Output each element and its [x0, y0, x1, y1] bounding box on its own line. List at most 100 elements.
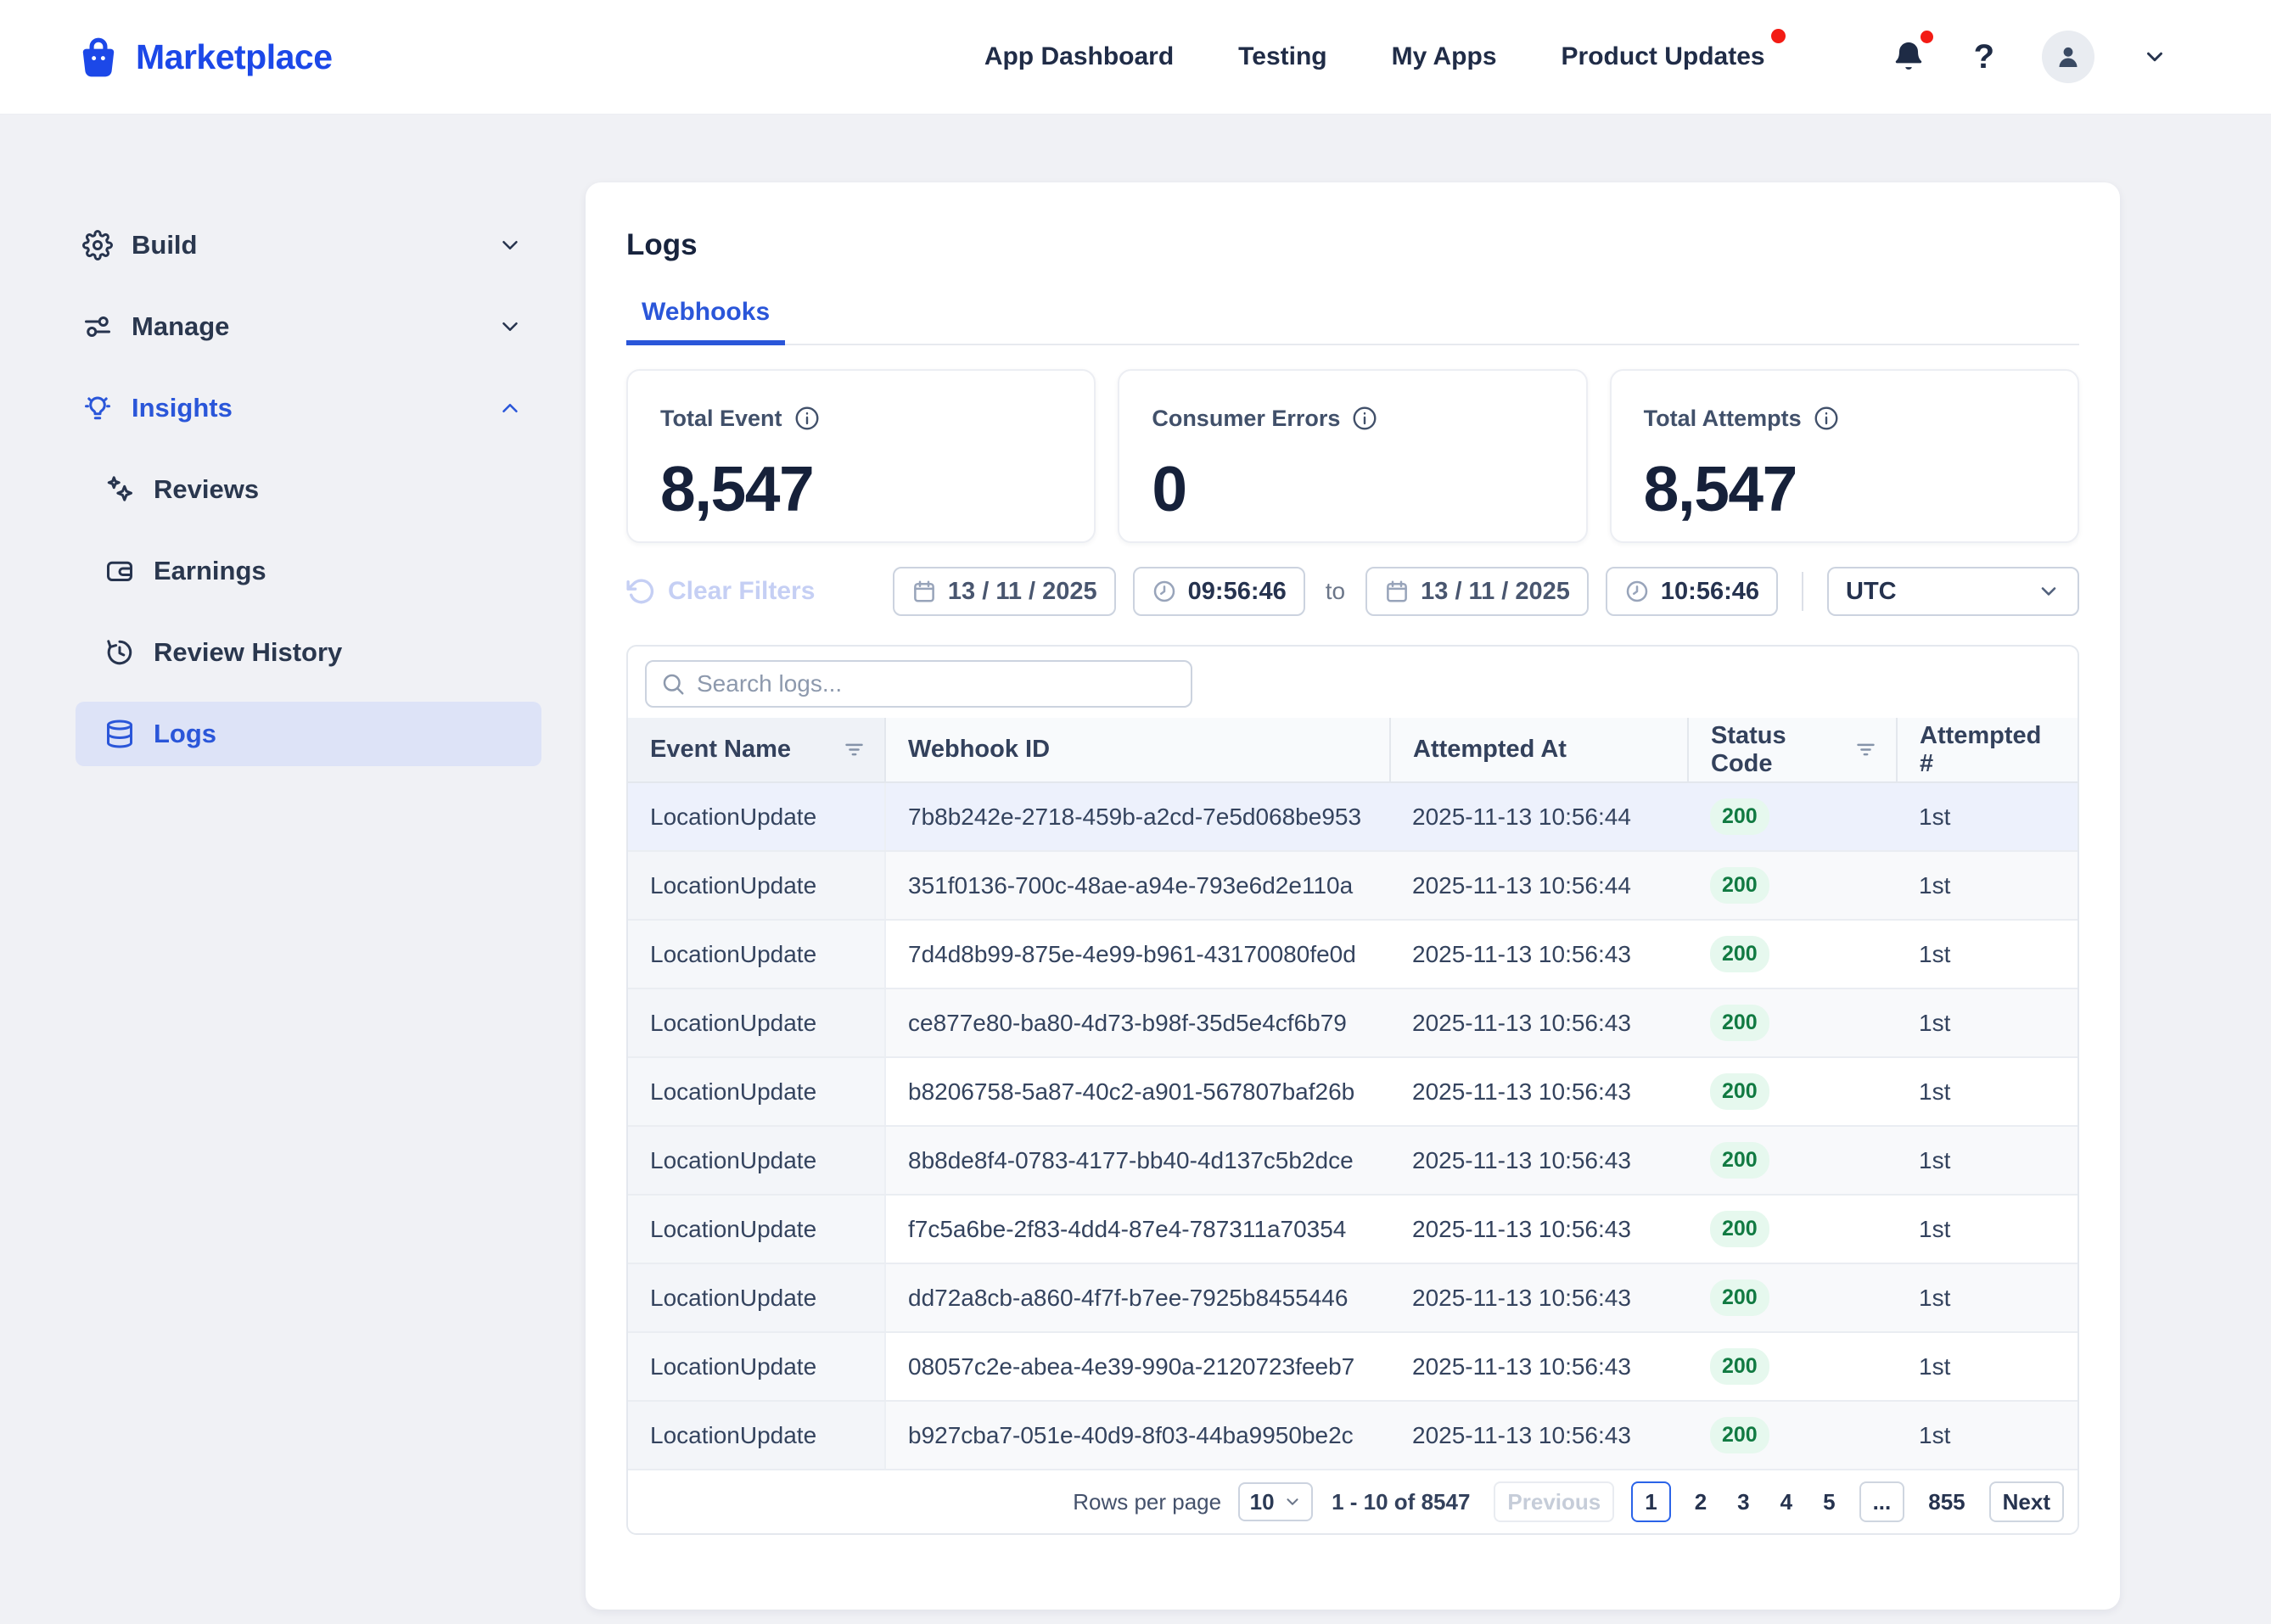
wallet-icon: [104, 556, 135, 586]
webhook-id-cell: 7d4d8b99-875e-4e99-b961-43170080fe0d: [885, 920, 1390, 989]
user-menu-chevron[interactable]: [2142, 44, 2167, 70]
sidebar-item-insights[interactable]: Insights: [76, 376, 541, 440]
status-code-cell: 200: [1688, 1263, 1897, 1333]
search-box: [645, 660, 1192, 708]
info-icon[interactable]: [793, 405, 821, 432]
filter-row: Clear Filters 13 / 11 / 2025 09:56:46 to: [626, 567, 2079, 616]
attempt-number-cell: 1st: [1897, 851, 2078, 921]
timezone-select[interactable]: UTC: [1827, 567, 2079, 616]
from-time-picker[interactable]: 09:56:46: [1132, 567, 1305, 616]
info-icon[interactable]: [1813, 405, 1840, 432]
column-header-attempted-at[interactable]: Attempted At: [1390, 718, 1689, 783]
event-name-cell: LocationUpdate: [628, 851, 886, 921]
nav-testing[interactable]: Testing: [1238, 42, 1326, 71]
stat-card-consumer-errors: Consumer Errors 0: [1118, 369, 1588, 543]
status-code-cell: 200: [1688, 1126, 1897, 1196]
column-header-attempted[interactable]: Attempted #: [1897, 718, 2078, 783]
page-button-5[interactable]: 5: [1816, 1489, 1842, 1515]
page-button-1[interactable]: 1: [1631, 1481, 1671, 1522]
sidebar-item-review-history[interactable]: Review History: [76, 620, 541, 685]
sliders-icon: [82, 311, 113, 342]
table-row[interactable]: LocationUpdate 8b8de8f4-0783-4177-bb40-4d…: [628, 1126, 2078, 1196]
event-name-cell: LocationUpdate: [628, 1126, 886, 1196]
webhook-id-cell: b927cba7-051e-40d9-8f03-44ba9950be2c: [885, 1401, 1390, 1470]
notification-dot: [1920, 31, 1933, 43]
notifications-button[interactable]: [1891, 31, 1933, 75]
status-code-cell: 200: [1688, 851, 1897, 921]
brand-name: Marketplace: [136, 36, 333, 76]
status-badge: 200: [1710, 936, 1769, 972]
column-header-status-code[interactable]: Status Code: [1688, 718, 1898, 783]
stat-card-total-attempts: Total Attempts 8,547: [1609, 369, 2079, 543]
chevron-down-icon: [2041, 587, 2056, 596]
marketplace-logo[interactable]: Marketplace: [75, 33, 333, 81]
column-header-webhook-id[interactable]: Webhook ID: [885, 718, 1391, 783]
attempt-number-cell: 1st: [1897, 1126, 2078, 1196]
main-content-card: Logs Webhooks Total Event 8,547 Consumer…: [586, 182, 2120, 1610]
status-badge: 200: [1710, 1073, 1769, 1110]
clear-filters-button[interactable]: Clear Filters: [626, 577, 815, 606]
page-button-4[interactable]: 4: [1774, 1489, 1799, 1515]
bell-icon: [1895, 42, 1921, 70]
rows-per-page-select[interactable]: 10: [1238, 1482, 1314, 1521]
nav-app-dashboard[interactable]: App Dashboard: [984, 42, 1174, 71]
table-row[interactable]: LocationUpdate ce877e80-ba80-4d73-b98f-35…: [628, 988, 2078, 1058]
table-row[interactable]: LocationUpdate f7c5a6be-2f83-4dd4-87e4-78…: [628, 1195, 2078, 1264]
lightbulb-icon: [82, 393, 113, 423]
sidebar-item-manage[interactable]: Manage: [76, 294, 541, 359]
table-row[interactable]: LocationUpdate b927cba7-051e-40d9-8f03-44…: [628, 1401, 2078, 1470]
sidebar-item-label: Manage: [132, 311, 230, 341]
chevron-down-icon: [497, 314, 523, 339]
tab-webhooks[interactable]: Webhooks: [626, 298, 786, 345]
attempted-at-cell: 2025-11-13 10:56:43: [1390, 1057, 1688, 1127]
help-button[interactable]: ?: [1974, 38, 1994, 76]
search-input[interactable]: [697, 670, 1177, 697]
table-row[interactable]: LocationUpdate 7d4d8b99-875e-4e99-b961-43…: [628, 920, 2078, 989]
sidebar-item-label: Reviews: [154, 474, 260, 504]
stat-card-total-event: Total Event 8,547: [626, 369, 1096, 543]
attempted-at-cell: 2025-11-13 10:56:43: [1390, 988, 1688, 1058]
sidebar-item-earnings[interactable]: Earnings: [76, 539, 541, 603]
sidebar-item-label: Logs: [154, 719, 217, 748]
filter-icon[interactable]: [1854, 738, 1877, 761]
page-title: Logs: [626, 228, 698, 261]
webhook-id-cell: 8b8de8f4-0783-4177-bb40-4d137c5b2dce: [885, 1126, 1390, 1196]
event-name-cell: LocationUpdate: [628, 1263, 886, 1333]
attempt-number-cell: 1st: [1897, 920, 2078, 989]
attempted-at-cell: 2025-11-13 10:56:44: [1390, 782, 1688, 852]
page-button-2[interactable]: 2: [1688, 1489, 1713, 1515]
next-page-button[interactable]: Next: [1988, 1481, 2064, 1522]
table-row[interactable]: LocationUpdate dd72a8cb-a860-4f7f-b7ee-79…: [628, 1263, 2078, 1333]
table-row[interactable]: LocationUpdate b8206758-5a87-40c2-a901-56…: [628, 1057, 2078, 1127]
rows-per-page-label: Rows per page: [1073, 1488, 1222, 1515]
status-badge: 200: [1710, 867, 1769, 904]
webhook-id-cell: f7c5a6be-2f83-4dd4-87e4-787311a70354: [885, 1195, 1390, 1264]
logs-table: Event Name Webhook ID Attempted At Status C…: [628, 718, 2078, 1470]
column-header-event-name[interactable]: Event Name: [628, 718, 886, 783]
stat-value: 8,547: [660, 453, 815, 524]
sidebar-item-build[interactable]: Build: [76, 213, 541, 277]
from-date-picker[interactable]: 13 / 11 / 2025: [892, 567, 1116, 616]
user-avatar[interactable]: [2042, 31, 2094, 83]
table-row[interactable]: LocationUpdate 08057c2e-abea-4e39-990a-21…: [628, 1332, 2078, 1402]
event-name-cell: LocationUpdate: [628, 1401, 886, 1470]
table-row[interactable]: LocationUpdate 351f0136-700c-48ae-a94e-79…: [628, 851, 2078, 921]
ellipsis-page-button[interactable]: ...: [1859, 1481, 1905, 1522]
nav-product-updates[interactable]: Product Updates: [1562, 29, 1786, 71]
filter-icon[interactable]: [843, 738, 866, 761]
to-date-picker[interactable]: 13 / 11 / 2025: [1365, 567, 1589, 616]
last-page-button[interactable]: 855: [1921, 1489, 1971, 1515]
sidebar-item-logs[interactable]: Logs: [76, 702, 541, 766]
chevron-up-icon: [497, 395, 523, 421]
previous-page-button[interactable]: Previous: [1494, 1481, 1615, 1522]
chevron-down-icon: [497, 232, 523, 258]
nav-my-apps[interactable]: My Apps: [1392, 42, 1497, 71]
table-row[interactable]: LocationUpdate 7b8b242e-2718-459b-a2cd-7e…: [628, 782, 2078, 852]
info-icon[interactable]: [1351, 405, 1378, 432]
page-button-3[interactable]: 3: [1730, 1489, 1756, 1515]
sidebar-item-reviews[interactable]: Reviews: [76, 457, 541, 522]
to-time-picker[interactable]: 10:56:46: [1605, 567, 1778, 616]
sidebar-item-label: Insights: [132, 393, 233, 423]
attempted-at-cell: 2025-11-13 10:56:43: [1390, 1332, 1688, 1402]
attempted-at-cell: 2025-11-13 10:56:43: [1390, 1401, 1688, 1470]
